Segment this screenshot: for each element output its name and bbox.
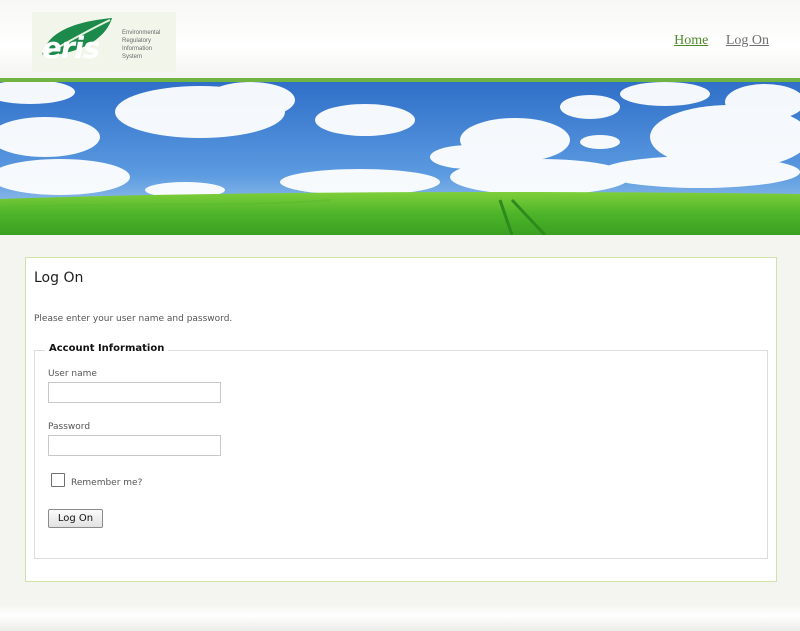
footer (0, 605, 800, 631)
remember-me-checkbox[interactable] (51, 473, 65, 487)
site-header: eris Environmental Regulatory Informatio… (0, 0, 800, 79)
nav-logon-link[interactable]: Log On (726, 33, 769, 48)
logo-subtitle: Environmental Regulatory Information Sys… (122, 29, 160, 61)
logo-line: Information (122, 46, 153, 52)
logo-line: Environmental (122, 30, 161, 36)
logo-line: Regulatory (122, 38, 152, 44)
account-information-fieldset: Account Information User name Password R… (34, 343, 768, 559)
remember-me-label[interactable]: Remember me? (71, 478, 142, 488)
username-label: User name (48, 369, 97, 379)
instructions-text: Please enter your user name and password… (34, 314, 233, 324)
sky-field-illustration (0, 82, 800, 235)
eris-logo[interactable]: eris Environmental Regulatory Informatio… (32, 12, 176, 72)
logon-button[interactable]: Log On (48, 509, 103, 528)
top-nav: Home Log On (660, 33, 769, 49)
logo-line: System (122, 54, 143, 60)
page-title: Log On (34, 270, 84, 286)
password-label: Password (48, 422, 91, 432)
logon-panel: Log On Please enter your user name and p… (25, 257, 777, 582)
nav-home-link[interactable]: Home (674, 33, 708, 48)
password-input[interactable] (48, 435, 221, 456)
username-input[interactable] (48, 382, 221, 403)
account-information-legend: Account Information (45, 343, 169, 354)
logo-wordmark: eris (42, 31, 100, 65)
banner-image (0, 82, 800, 235)
